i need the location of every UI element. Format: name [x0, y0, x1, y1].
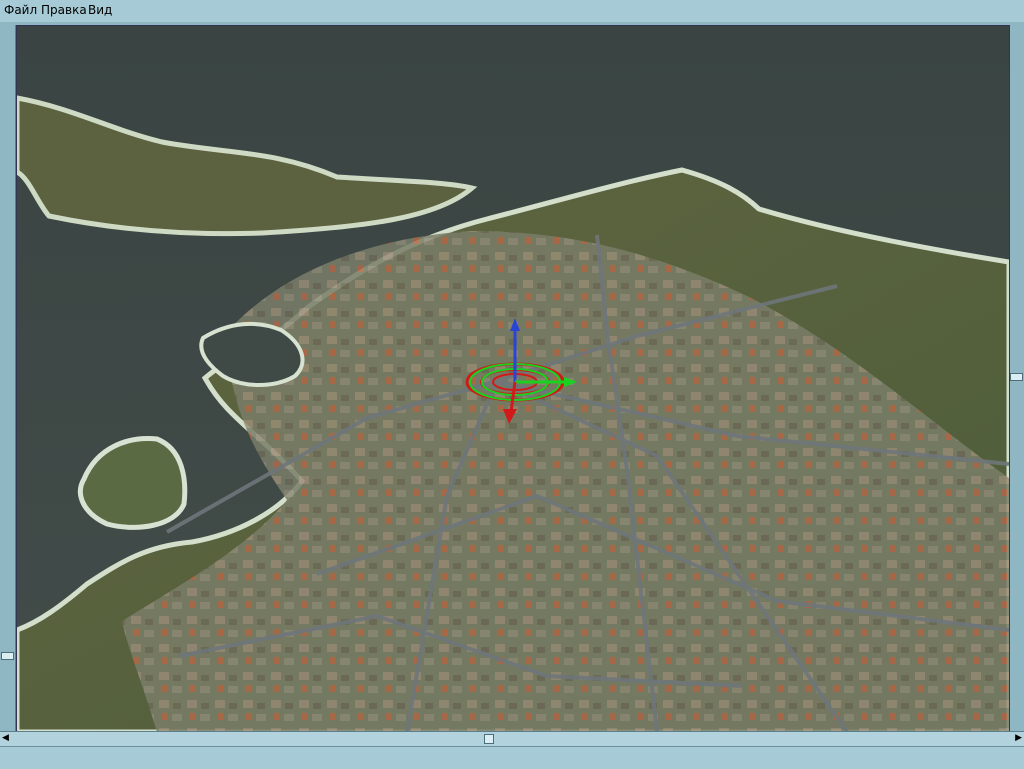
- menu-file[interactable]: Файл: [4, 3, 37, 17]
- left-arrow-icon[interactable]: ◀: [2, 733, 9, 743]
- menu-bar: Файл Правка Вид: [0, 0, 1024, 23]
- status-bar: [0, 746, 1024, 769]
- terrain-view: [17, 26, 1009, 732]
- menu-view[interactable]: Вид: [88, 3, 112, 17]
- map-viewport[interactable]: [16, 25, 1010, 733]
- left-vertical-scrollbar[interactable]: [0, 25, 16, 743]
- horizontal-scroll-thumb[interactable]: [484, 734, 494, 744]
- menu-edit[interactable]: Правка: [41, 3, 87, 17]
- right-arrow-icon[interactable]: ▶: [1015, 733, 1022, 743]
- left-scroll-thumb[interactable]: [1, 652, 14, 660]
- right-scroll-thumb[interactable]: [1010, 373, 1023, 381]
- horizontal-scrollbar[interactable]: ◀ ▶: [0, 731, 1024, 746]
- right-vertical-scrollbar[interactable]: [1008, 25, 1024, 743]
